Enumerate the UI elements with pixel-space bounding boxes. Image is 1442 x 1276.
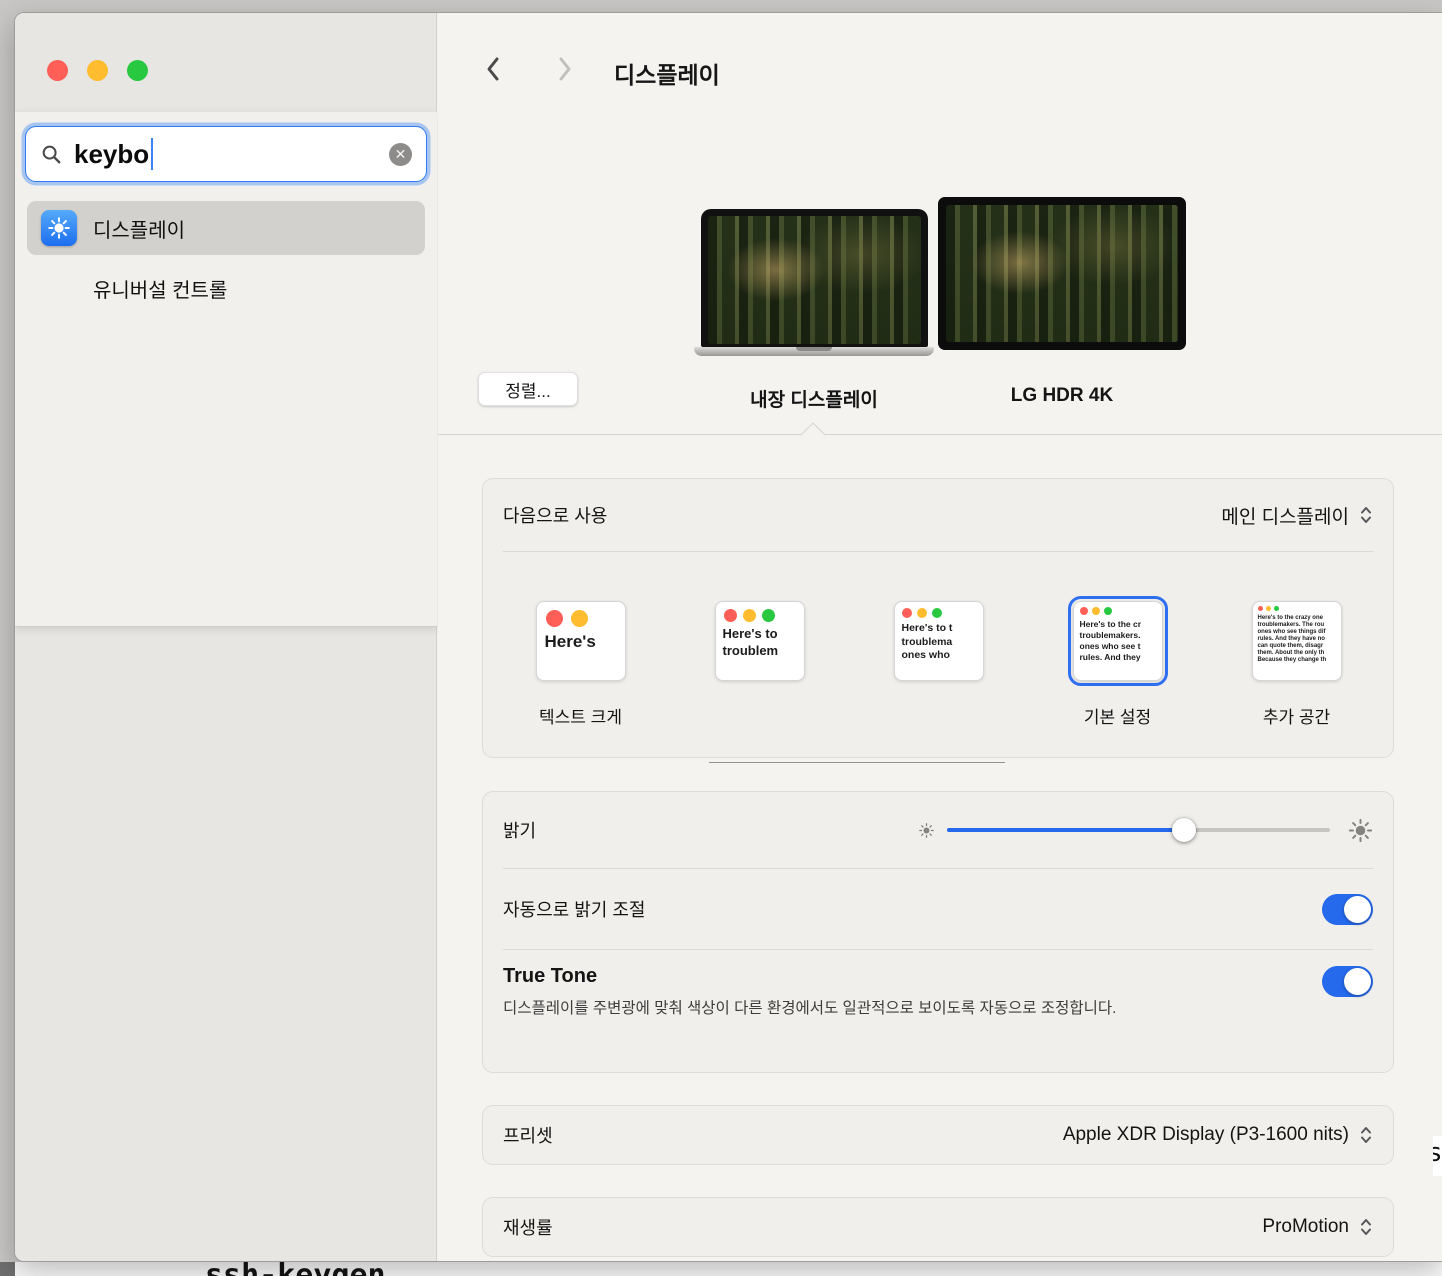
- macbook-base: [694, 347, 934, 356]
- true-tone-toggle[interactable]: [1322, 966, 1373, 997]
- forward-button[interactable]: [556, 55, 574, 88]
- use-as-label: 다음으로 사용: [503, 502, 607, 528]
- preset-dropdown[interactable]: Apple XDR Display (P3-1600 nits): [1063, 1124, 1373, 1146]
- display-settings-icon: [41, 210, 77, 246]
- brightness-label: 밝기: [503, 817, 536, 843]
- use-as-value: 메인 디스플레이: [1221, 502, 1349, 529]
- toggle-knob: [1344, 968, 1371, 995]
- text-size-preview: Here's to the cr troublemakers. ones who…: [1074, 617, 1162, 665]
- search-result-display[interactable]: 디스플레이: [27, 201, 425, 255]
- search-input[interactable]: keybo ✕: [25, 126, 427, 182]
- text-size-option-label: 추가 공간: [1263, 703, 1330, 728]
- external-display-label: LG HDR 4K: [938, 385, 1186, 407]
- mini-window-dots: [1074, 602, 1162, 617]
- chevron-up-down-icon: [1359, 504, 1373, 526]
- sidebar: keybo ✕: [15, 13, 437, 1261]
- builtin-display-label: 내장 디스플레이: [694, 385, 934, 412]
- text-size-option-default[interactable]: Here's to the cr troublemakers. ones who…: [1073, 601, 1163, 681]
- zoom-button[interactable]: [127, 60, 148, 81]
- text-size-preview: Here's to t troublema ones who: [895, 620, 983, 665]
- close-button[interactable]: [47, 60, 68, 81]
- back-button[interactable]: [484, 55, 502, 88]
- section-divider: [438, 434, 1442, 435]
- brightness-panel: 밝기: [482, 791, 1394, 1073]
- mini-window-dots: [537, 602, 625, 629]
- text-size-option-3[interactable]: Here's to t troublema ones who: [894, 601, 984, 681]
- system-settings-window: keybo ✕: [14, 12, 1442, 1262]
- text-size-options: Here's 텍스트 크게 Here's to troublem: [483, 601, 1393, 728]
- wallpaper-preview: [708, 216, 921, 344]
- text-size-option-more-space[interactable]: Here's to the crazy one troublemakers. T…: [1252, 601, 1342, 681]
- mini-window-dots: [716, 602, 804, 624]
- refresh-rate-value: ProMotion: [1262, 1216, 1349, 1238]
- selected-display-pointer: [800, 422, 825, 447]
- background-window-strip: ssh-keygen: [0, 1262, 1442, 1276]
- text-cursor: [151, 138, 153, 170]
- use-as-dropdown[interactable]: 메인 디스플레이: [1221, 502, 1373, 529]
- main-content: 디스플레이 내장 디스플레이 LG HDR 4K 정렬... 다음으로 사용: [438, 13, 1442, 1261]
- external-display-thumbnail[interactable]: [938, 197, 1186, 350]
- preset-value: Apple XDR Display (P3-1600 nits): [1063, 1124, 1349, 1146]
- refresh-rate-dropdown[interactable]: ProMotion: [1262, 1216, 1373, 1238]
- toggle-knob: [1344, 896, 1371, 923]
- mini-window-dots: [1253, 602, 1341, 613]
- auto-brightness-label: 자동으로 밝기 조절: [503, 896, 645, 922]
- text-size-option-label: 기본 설정: [1084, 703, 1151, 728]
- search-result-label: 디스플레이: [93, 214, 185, 243]
- builtin-display-thumbnail[interactable]: [701, 209, 928, 347]
- text-size-preview: Here's to troublem: [716, 624, 804, 662]
- wallpaper-preview: [946, 205, 1178, 342]
- refresh-rate-panel: 재생률 ProMotion: [482, 1197, 1394, 1257]
- search-result-universal-control[interactable]: 유니버설 컨트롤: [27, 261, 425, 315]
- text-size-preview: Here's to the crazy one troublemakers. T…: [1253, 613, 1341, 667]
- mini-window-dots: [895, 602, 983, 620]
- search-result-label: 유니버설 컨트롤: [93, 274, 227, 303]
- background-corner: [0, 1262, 15, 1276]
- true-tone-description: 디스플레이를 주변광에 맞춰 색상이 다른 환경에서도 일관적으로 보이도록 자…: [503, 997, 1235, 1021]
- preset-panel: 프리셋 Apple XDR Display (P3-1600 nits): [482, 1105, 1394, 1165]
- search-icon: [40, 143, 62, 165]
- search-query-text: keybo: [74, 139, 149, 170]
- text-size-option-label: 텍스트 크게: [539, 703, 622, 728]
- arrange-button[interactable]: 정렬...: [478, 372, 578, 406]
- text-size-option-larger-text[interactable]: Here's: [536, 601, 626, 681]
- minimize-button[interactable]: [87, 60, 108, 81]
- row-divider: [503, 551, 1373, 552]
- page-title: 디스플레이: [614, 56, 720, 90]
- window-controls: [47, 60, 148, 81]
- chevron-up-down-icon: [1359, 1216, 1373, 1238]
- true-tone-label: True Tone: [503, 965, 1373, 988]
- background-right-sliver: s: [1433, 1136, 1442, 1176]
- background-terminal-text: ssh-keygen: [205, 1262, 386, 1276]
- search-results-panel: keybo ✕: [15, 111, 437, 627]
- text-size-option-2[interactable]: Here's to troublem: [715, 601, 805, 681]
- brightness-high-icon: [1348, 818, 1373, 843]
- refresh-rate-label: 재생률: [503, 1214, 553, 1240]
- brightness-thumb[interactable]: [1172, 818, 1196, 842]
- preset-label: 프리셋: [503, 1122, 553, 1148]
- text-size-track-line: [709, 762, 1005, 763]
- brightness-fill: [947, 828, 1184, 832]
- brightness-slider[interactable]: [947, 818, 1330, 842]
- search-results-list: 디스플레이 유니버설 컨트롤: [27, 201, 425, 315]
- auto-brightness-toggle[interactable]: [1322, 894, 1373, 925]
- screen: ssh-keygen s keybo ✕: [0, 0, 1442, 1276]
- text-size-preview: Here's: [537, 629, 625, 655]
- clear-search-icon[interactable]: ✕: [389, 143, 412, 166]
- display-options-panel: 다음으로 사용 메인 디스플레이: [482, 478, 1394, 758]
- brightness-low-icon: [918, 822, 935, 839]
- chevron-up-down-icon: [1359, 1124, 1373, 1146]
